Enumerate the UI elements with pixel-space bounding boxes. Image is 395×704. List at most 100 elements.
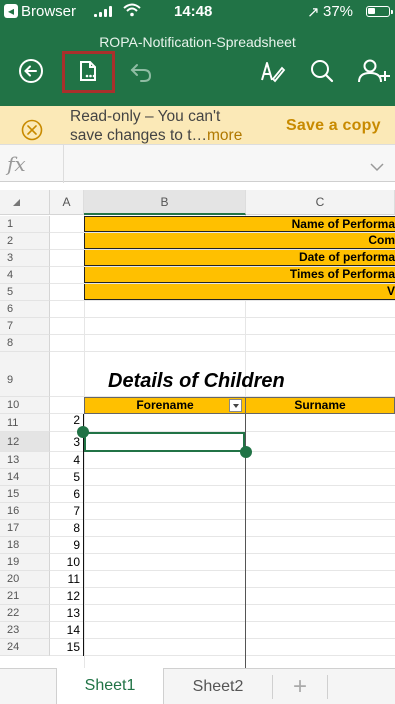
save-a-copy-button[interactable]: Save a copy <box>286 117 381 135</box>
row-header-7[interactable]: 7 <box>0 318 50 335</box>
number-cell[interactable]: 12 <box>50 588 84 605</box>
row-gridline <box>50 317 395 318</box>
read-only-banner: Read-only – You can't save changes to t…… <box>0 106 395 144</box>
back-app-label[interactable]: Browser <box>21 3 76 20</box>
tab-sheet1[interactable]: Sheet1 <box>56 668 164 704</box>
info-cell-3[interactable]: Date of performa <box>84 250 395 266</box>
row-gridline <box>50 570 395 571</box>
info-cell-5[interactable]: V <box>84 284 395 300</box>
location-arrow-icon: ↗ <box>307 4 320 21</box>
forename-header[interactable]: Forename <box>84 397 246 414</box>
row-gridline <box>50 351 395 352</box>
row-header-24[interactable]: 24 <box>0 639 50 656</box>
row-gridline <box>50 334 395 335</box>
row-header-13[interactable]: 13 <box>0 452 50 469</box>
section-title: Details of Children <box>108 370 285 392</box>
spreadsheet-grid[interactable]: A B C 1 2 3 4 5 6 7 8 9 10 11 12 13 14 15 16 17 18 19 20 21 2… <box>0 190 395 668</box>
document-title: ROPA-Notification-Spreadsheet <box>99 34 296 50</box>
row-header-11[interactable]: 11 <box>0 414 50 432</box>
row-header-12[interactable]: 12 <box>0 432 50 452</box>
battery-percent: 37% <box>323 3 354 20</box>
excel-mobile-app: ◂ Browser 14:48 ↗ 37% ROPA-Notification-… <box>0 0 395 704</box>
selection-handle-end[interactable] <box>240 446 252 458</box>
number-cell[interactable]: 11 <box>50 571 84 588</box>
row-header-14[interactable]: 14 <box>0 469 50 486</box>
select-all-corner[interactable] <box>0 190 50 215</box>
tab-sheet2[interactable]: Sheet2 <box>164 669 272 704</box>
row-gridline <box>50 553 395 554</box>
fx-label[interactable]: fx <box>7 152 26 176</box>
row-header-23[interactable]: 23 <box>0 622 50 639</box>
back-circle-icon[interactable] <box>14 54 48 88</box>
selected-cell-b12[interactable] <box>84 432 245 452</box>
row-header-17[interactable]: 17 <box>0 520 50 537</box>
row-gridline <box>50 519 395 520</box>
row-gridline <box>50 655 395 656</box>
back-to-app-icon[interactable]: ◂ <box>4 4 18 18</box>
status-bar: ◂ Browser 14:48 ↗ 37% <box>0 0 395 22</box>
row-header-19[interactable]: 19 <box>0 554 50 571</box>
row-gridline <box>50 587 395 588</box>
row-header-22[interactable]: 22 <box>0 605 50 622</box>
row-gridline <box>50 300 395 301</box>
row-gridline <box>50 485 395 486</box>
selection-handle-start[interactable] <box>77 426 89 438</box>
number-cell[interactable]: 15 <box>50 639 84 656</box>
row-header-20[interactable]: 20 <box>0 571 50 588</box>
expand-formula-chevron-icon[interactable] <box>370 159 384 177</box>
row-header-8[interactable]: 8 <box>0 335 50 352</box>
row-gridline <box>50 604 395 605</box>
filter-dropdown-icon[interactable] <box>229 399 242 412</box>
dismiss-banner-icon[interactable] <box>21 119 43 141</box>
formula-bar: fx <box>0 144 395 183</box>
row-header-18[interactable]: 18 <box>0 537 50 554</box>
row-gridline <box>50 638 395 639</box>
banner-line-2: save changes to t… <box>70 127 207 144</box>
row-header-6[interactable]: 6 <box>0 301 50 318</box>
row-header-21[interactable]: 21 <box>0 588 50 605</box>
row-header-2[interactable]: 2 <box>0 233 50 250</box>
banner-more-link[interactable]: more <box>207 127 242 144</box>
number-cell[interactable]: 5 <box>50 469 84 486</box>
column-header-a[interactable]: A <box>50 190 84 215</box>
draw-pen-icon[interactable] <box>255 54 289 88</box>
number-cell[interactable]: 9 <box>50 537 84 554</box>
app-header: ◂ Browser 14:48 ↗ 37% ROPA-Notification-… <box>0 0 395 106</box>
sheet-tabs: Sheet1 Sheet2 + <box>0 668 395 704</box>
row-header-5[interactable]: 5 <box>0 284 50 301</box>
number-cell[interactable]: 7 <box>50 503 84 520</box>
number-cell[interactable]: 8 <box>50 520 84 537</box>
battery-icon <box>366 6 393 17</box>
undo-icon[interactable] <box>124 54 158 88</box>
info-cell-2[interactable]: Com <box>84 233 395 249</box>
row-header-1[interactable]: 1 <box>0 216 50 233</box>
cell-signal-icon <box>94 6 112 17</box>
search-icon[interactable] <box>305 54 339 88</box>
share-person-icon[interactable] <box>355 54 395 88</box>
formula-divider <box>63 145 64 183</box>
number-cell[interactable]: 14 <box>50 622 84 639</box>
row-header-15[interactable]: 15 <box>0 486 50 503</box>
add-sheet-button[interactable]: + <box>273 669 327 704</box>
row-gridline <box>50 621 395 622</box>
status-time: 14:48 <box>174 3 213 20</box>
surname-header[interactable]: Surname <box>245 397 395 414</box>
row-header-3[interactable]: 3 <box>0 250 50 267</box>
column-header-c[interactable]: C <box>246 190 395 215</box>
row-header-10[interactable]: 10 <box>0 397 50 414</box>
number-cell[interactable]: 10 <box>50 554 84 571</box>
row-header-4[interactable]: 4 <box>0 267 50 284</box>
column-header-b[interactable]: B <box>84 190 246 215</box>
info-cell-1[interactable]: Name of Performa <box>84 216 395 232</box>
formula-input[interactable] <box>70 155 360 175</box>
banner-message: Read-only – You can't save changes to t…… <box>70 107 260 145</box>
number-cell[interactable]: 13 <box>50 605 84 622</box>
row-gridline <box>50 536 395 537</box>
row-header-9[interactable]: 9 <box>0 352 50 397</box>
row-header-16[interactable]: 16 <box>0 503 50 520</box>
tab-divider-2 <box>327 675 328 699</box>
number-cell[interactable]: 4 <box>50 452 84 469</box>
number-cell[interactable]: 6 <box>50 486 84 503</box>
info-cell-4[interactable]: Times of Performa <box>84 267 395 283</box>
wifi-icon <box>123 3 141 21</box>
